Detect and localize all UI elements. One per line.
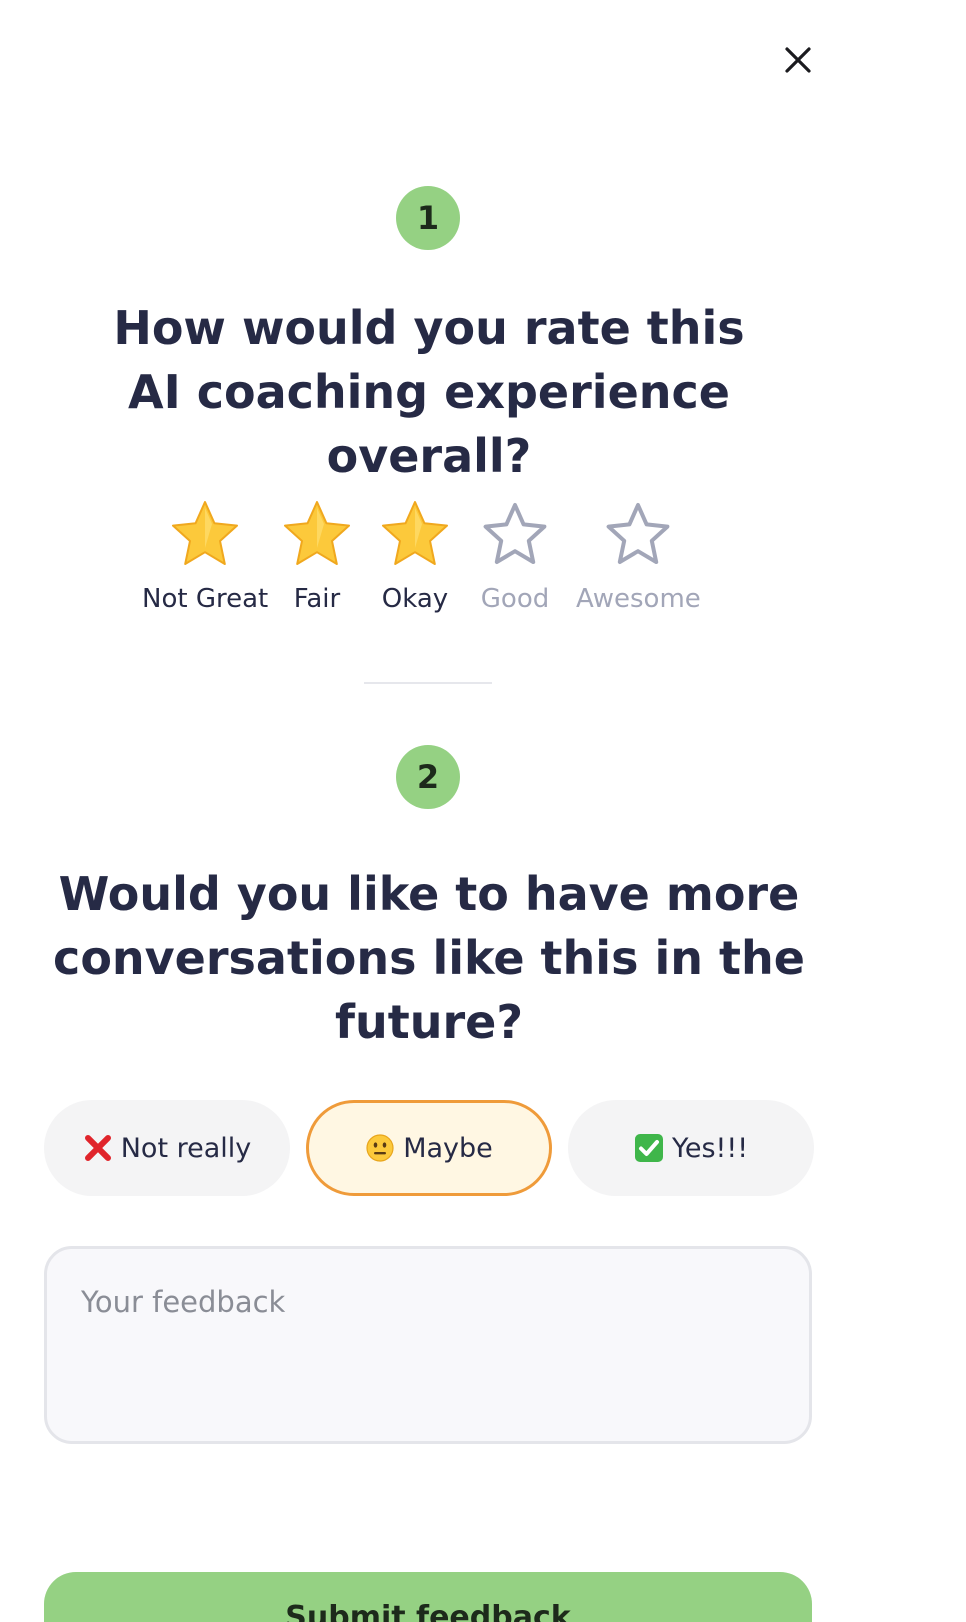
feedback-page: 1 How would you rate this AI coaching ex… [0, 0, 966, 1622]
rating-label: Not Great [142, 584, 269, 614]
step-badge-1: 1 [396, 186, 460, 250]
feedback-textarea[interactable] [44, 1246, 812, 1444]
neutral-face-icon [365, 1133, 395, 1163]
question-1-line-1: How would you rate this [113, 301, 745, 355]
rating-option-5[interactable]: Awesome [576, 498, 701, 614]
rating-option-3[interactable]: Okay [379, 498, 451, 614]
star-outline-icon [606, 503, 670, 564]
star-filled-icon [172, 501, 239, 565]
rating-label: Awesome [576, 584, 701, 614]
choice-label: Maybe [403, 1132, 493, 1164]
rating-option-1[interactable]: Not Great [142, 498, 268, 614]
answer-choices: Not really Maybe Yes!!! [44, 1100, 814, 1196]
question-2-line-1: Would you like to have more [58, 867, 800, 921]
rating-label: Okay [381, 584, 449, 614]
star-rating: Not Great Fair Okay Good Awesome [130, 498, 730, 628]
rating-option-2[interactable]: Fair [281, 498, 353, 614]
question-1-line-2: AI coaching experience overall? [128, 365, 730, 483]
check-mark-button-icon [634, 1133, 664, 1163]
choice-label: Yes!!! [671, 1132, 749, 1164]
star-filled-icon [382, 501, 448, 565]
close-button[interactable] [776, 38, 820, 82]
close-icon [785, 47, 811, 73]
star-filled-icon [284, 501, 350, 565]
choice-yes-button[interactable]: Yes!!! [568, 1100, 814, 1196]
section-divider [364, 682, 492, 684]
question-2-line-2: conversations like this in the [53, 931, 805, 985]
choice-label: Not really [120, 1132, 252, 1164]
rating-label: Fair [293, 584, 341, 614]
star-outline-icon [483, 503, 547, 564]
rating-option-4[interactable]: Good [479, 498, 551, 614]
step-badge-2: 2 [396, 745, 460, 809]
question-1-title: How would you rate this AI coaching expe… [40, 296, 818, 488]
cross-mark-icon [83, 1133, 113, 1163]
choice-not-really-button[interactable]: Not really [44, 1100, 290, 1196]
submit-feedback-button[interactable]: Submit feedback [44, 1572, 812, 1622]
choice-maybe-button[interactable]: Maybe [306, 1100, 552, 1196]
question-2-line-3: future? [334, 995, 524, 1049]
rating-label: Good [480, 584, 550, 614]
question-2-title: Would you like to have more conversation… [40, 862, 818, 1054]
